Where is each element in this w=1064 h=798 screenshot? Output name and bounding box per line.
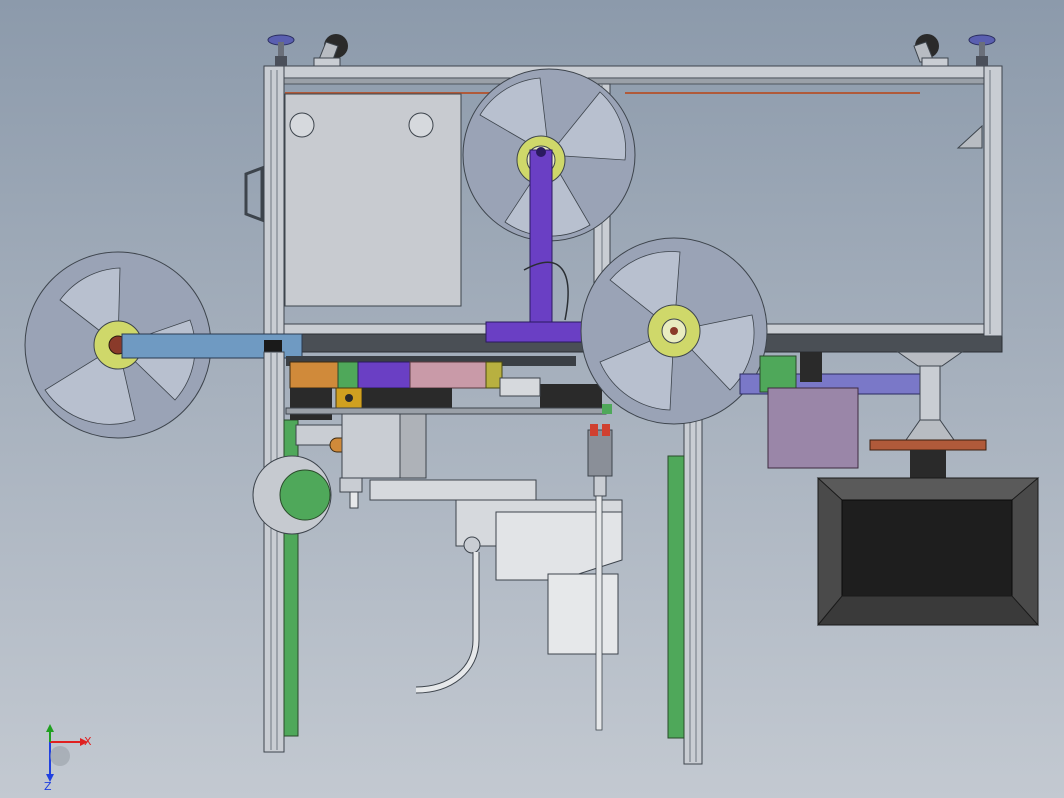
x-axis-label: X [84, 735, 92, 748]
casters [267, 34, 996, 67]
hose [415, 552, 480, 694]
gripper-assembly [339, 413, 623, 731]
z-axis-label: Z [44, 780, 52, 793]
feed-mechanism [285, 356, 612, 453]
supply-reel-left [24, 251, 303, 439]
control-panel [284, 93, 462, 307]
takeup-reel-right [580, 237, 768, 425]
green-roller [252, 455, 332, 535]
machine-assembly [24, 34, 1040, 782]
axis-triad [46, 724, 88, 782]
cad-viewport[interactable]: X Z Y [0, 0, 1064, 798]
